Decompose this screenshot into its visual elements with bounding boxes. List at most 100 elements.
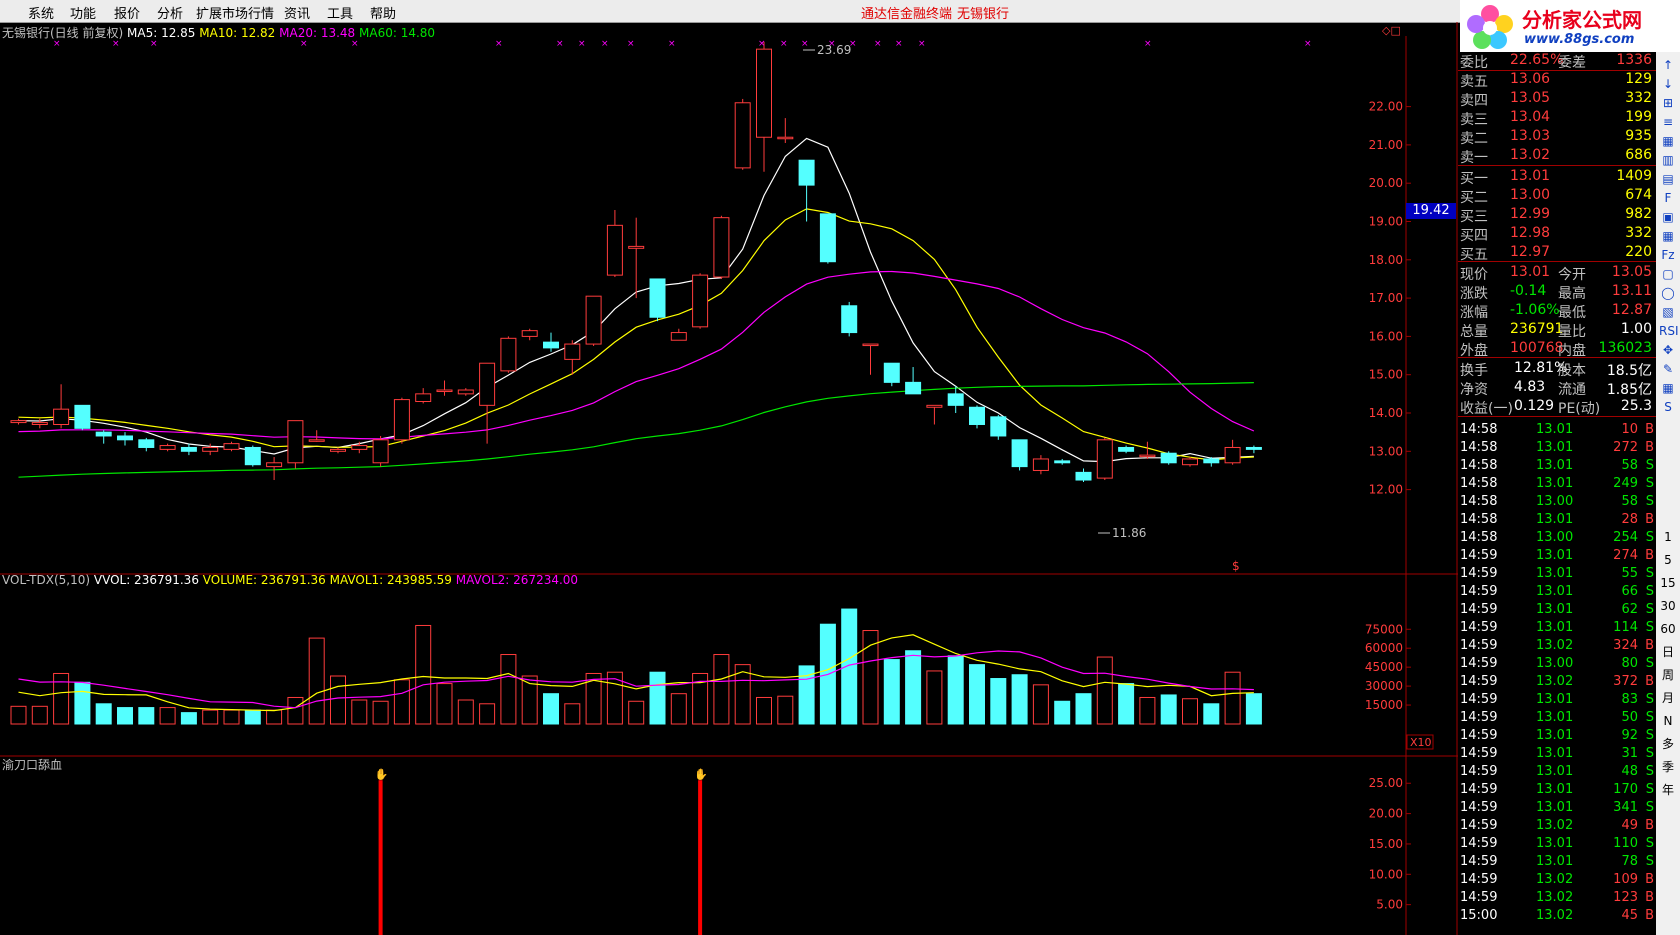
ma60-label: MA60: 14.80 xyxy=(359,26,436,40)
volume-bar xyxy=(862,630,879,725)
candle-body xyxy=(1032,458,1049,471)
app-title: 通达信金融终端 xyxy=(861,7,953,22)
toolbar-tool-icon[interactable]: RSI xyxy=(1659,322,1679,340)
toolbar-tool-icon[interactable]: ↓ xyxy=(1659,75,1677,93)
volume-bar xyxy=(74,681,91,725)
kline-chart-area[interactable]: ✋ ✋ 22.00 21.00 20.00 19.00 18.00 17.00 16.00 15… xyxy=(0,22,1458,935)
price-axis-label: 16.00 xyxy=(1369,329,1403,343)
period-button[interactable]: 15 xyxy=(1659,574,1677,592)
volume-bar xyxy=(1032,684,1049,725)
menu-item-news[interactable]: 资讯 xyxy=(284,3,310,22)
volume-bar xyxy=(1118,683,1135,725)
tick-row: 14:59 13.01 48 S xyxy=(1460,764,1654,779)
candle-body xyxy=(330,448,346,452)
volume-bar xyxy=(926,670,943,725)
toolbar-tool-icon[interactable]: ✎ xyxy=(1659,360,1677,378)
candle-body xyxy=(1182,458,1198,466)
menu-item-quote[interactable]: 报价 xyxy=(114,3,140,22)
toolbar-tool-icon[interactable]: ▣ xyxy=(1659,208,1677,226)
ask-row: 卖一 13.02 686 xyxy=(1460,147,1652,166)
window-controls-icon[interactable]: ◇□ xyxy=(1382,24,1401,37)
volume-bar xyxy=(117,707,133,725)
ind-axis-label: 15.00 xyxy=(1369,837,1403,851)
volume-bar xyxy=(372,700,389,725)
period-button[interactable]: 1 xyxy=(1659,528,1677,546)
volume-bar xyxy=(1011,674,1028,725)
toolbar-tool-icon[interactable]: ▥ xyxy=(1659,151,1677,169)
period-button[interactable]: 周 xyxy=(1659,666,1677,684)
period-button[interactable]: 月 xyxy=(1659,689,1677,707)
candle-body xyxy=(841,305,858,334)
mavol1-line xyxy=(18,634,1254,712)
x-marker: × xyxy=(668,39,676,49)
period-button[interactable]: 季 xyxy=(1659,758,1677,776)
tick-row: 14:59 13.02 49 B xyxy=(1460,818,1654,833)
toolbar-tool-icon[interactable]: ↑ xyxy=(1659,56,1677,74)
tick-row: 14:59 13.01 66 S xyxy=(1460,584,1654,599)
volume-bar xyxy=(436,683,453,725)
menu-item-function[interactable]: 功能 xyxy=(70,3,96,22)
candle-body xyxy=(734,102,751,169)
ma10-label: MA10: 12.82 xyxy=(199,26,276,40)
hand-icon: ✋ xyxy=(694,768,708,781)
toolbar-tool-icon[interactable]: ▤ xyxy=(1659,170,1677,188)
toolbar-tool-icon[interactable]: ≡ xyxy=(1659,113,1677,131)
candle-body xyxy=(1075,471,1092,481)
period-button[interactable]: N xyxy=(1659,712,1677,730)
toolbar-tool-icon[interactable]: ⊞ xyxy=(1659,94,1677,112)
period-button[interactable]: 多 xyxy=(1659,735,1677,753)
bid-row: 买一 13.01 1409 xyxy=(1460,168,1652,187)
quote-divider xyxy=(1458,261,1656,262)
signal-bar xyxy=(378,780,383,935)
x-marker: × xyxy=(495,39,503,49)
menu-item-extended-market[interactable]: 扩展市场行情 xyxy=(196,3,274,22)
candle-body xyxy=(777,136,794,140)
tick-row: 14:59 13.01 78 S xyxy=(1460,854,1654,869)
toolbar-tool-icon[interactable]: S xyxy=(1659,398,1677,416)
candle-body xyxy=(521,330,538,337)
toolbar-tool-icon[interactable]: ▧ xyxy=(1659,303,1677,321)
volume-bar xyxy=(31,705,48,725)
flower-logo-icon xyxy=(1467,5,1513,49)
low-price-label: 11.86 xyxy=(1112,526,1146,540)
stat-row: 总量 236791 量比 1.00 xyxy=(1460,321,1652,340)
main-chart-legend: 无锡银行(日线 前复权) MA5: 12.85 MA10: 12.82 MA20… xyxy=(2,24,435,41)
toolbar-tool-icon[interactable]: ▦ xyxy=(1659,379,1677,397)
menu-item-tools[interactable]: 工具 xyxy=(327,3,353,22)
period-button[interactable]: 60 xyxy=(1659,620,1677,638)
toolbar-tool-icon[interactable]: ◯ xyxy=(1659,284,1677,302)
menu-item-help[interactable]: 帮助 xyxy=(370,3,396,22)
ask-row: 卖三 13.04 199 xyxy=(1460,109,1652,128)
candle-body xyxy=(670,332,687,341)
candle-body xyxy=(436,389,453,393)
volume-bar xyxy=(1245,693,1262,725)
toolbar-tool-icon[interactable]: Fz xyxy=(1659,246,1677,264)
toolbar-tool-icon[interactable]: ✥ xyxy=(1659,341,1677,359)
toolbar-tool-icon[interactable]: F xyxy=(1659,189,1677,207)
period-button[interactable]: 30 xyxy=(1659,597,1677,615)
candle-body xyxy=(1160,452,1177,464)
tick-row: 14:59 13.01 170 S xyxy=(1460,782,1654,797)
candle-body xyxy=(1096,439,1113,479)
tick-row: 14:59 13.01 55 S xyxy=(1460,566,1654,581)
stat-row: 涨跌 -0.14 最高 13.11 xyxy=(1460,283,1652,302)
x-marker: × xyxy=(758,39,766,49)
menu-item-system[interactable]: 系统 xyxy=(28,3,54,22)
candle-body xyxy=(287,420,304,464)
x-marker: × xyxy=(627,39,635,49)
candle-body xyxy=(74,404,91,429)
period-button[interactable]: 年 xyxy=(1659,781,1677,799)
volume-bar xyxy=(649,671,666,725)
volume-bar xyxy=(287,696,304,725)
menu-item-analysis[interactable]: 分析 xyxy=(157,3,183,22)
toolbar-tool-icon[interactable]: ▦ xyxy=(1659,132,1677,150)
period-button[interactable]: 5 xyxy=(1659,551,1677,569)
volume-bar xyxy=(628,700,645,725)
candle-body xyxy=(692,274,709,328)
vol-axis-label: 75000 xyxy=(1365,622,1403,636)
toolbar-tool-icon[interactable]: ▢ xyxy=(1659,265,1677,283)
volume-bar xyxy=(330,675,346,725)
tick-row: 14:59 13.02 372 B xyxy=(1460,674,1654,689)
period-button[interactable]: 日 xyxy=(1659,643,1677,661)
toolbar-tool-icon[interactable]: ▦ xyxy=(1659,227,1677,245)
